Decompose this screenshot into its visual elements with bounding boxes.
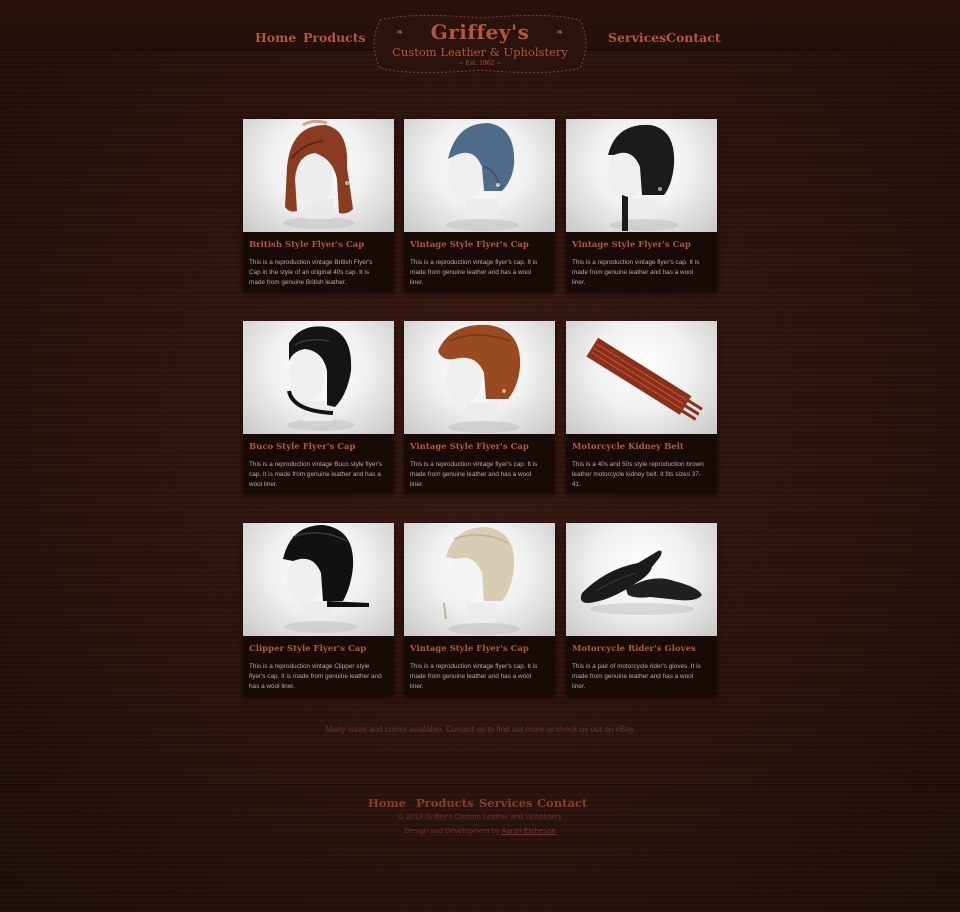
product-card[interactable]: Vintage Style Flyer's Cap This is a repr… <box>404 119 555 291</box>
availability-note: Many sizes and colors available. Contact… <box>325 725 635 734</box>
product-description: This is a reproduction vintage British F… <box>249 259 373 286</box>
product-description: This is a reproduction vintage Clipper s… <box>249 663 382 690</box>
black-buco-cap-icon <box>287 326 355 431</box>
product-image[interactable] <box>404 119 555 232</box>
product-title[interactable]: British Style Flyer's Cap <box>249 240 391 250</box>
product-card[interactable]: Motorcycle Rider's Gloves This is a pair… <box>566 523 717 695</box>
product-image[interactable] <box>243 119 394 232</box>
kidney-belt-icon <box>586 337 703 421</box>
black-flyer-cap-icon <box>608 124 678 231</box>
footer-credit: Design and Development by Aaron Etcheson <box>0 826 960 835</box>
product-description: This is a reproduction vintage flyer's c… <box>572 259 700 286</box>
nav-contact[interactable]: Contact <box>666 30 721 45</box>
product-title[interactable]: Motorcycle Rider's Gloves <box>572 644 714 654</box>
product-image[interactable] <box>404 321 555 434</box>
blue-flyer-cap-icon <box>446 123 518 231</box>
brown-flyer-cap-icon <box>283 119 355 229</box>
product-card[interactable]: Vintage Style Flyer's Cap This is a repr… <box>566 119 717 291</box>
product-image[interactable] <box>566 119 717 232</box>
product-title[interactable]: Vintage Style Flyer's Cap <box>572 240 714 250</box>
site-footer: Home Products Services Contact © 2013 Gr… <box>0 784 960 912</box>
product-description: This is a 40s and 50s style reproduction… <box>572 461 704 488</box>
nav-products[interactable]: Products <box>303 30 366 45</box>
logo-established: ~ Est. 1962 ~ <box>458 60 502 67</box>
product-description: This is a pair of motorcycle rider's glo… <box>572 663 701 690</box>
product-title[interactable]: Motorcycle Kidney Belt <box>572 442 714 452</box>
product-description: This is a reproduction vintage flyer's c… <box>410 461 538 488</box>
nav-services[interactable]: Services <box>608 30 666 45</box>
product-description: This is a reproduction vintage Buco styl… <box>249 461 382 488</box>
product-description: This is a reproduction vintage flyer's c… <box>410 259 538 286</box>
tan-flyer-cap-icon <box>438 324 521 433</box>
product-image[interactable] <box>566 523 717 636</box>
footer-nav-services[interactable]: Services <box>479 796 533 810</box>
footer-nav-home[interactable]: Home <box>368 796 406 810</box>
product-title[interactable]: Vintage Style Flyer's Cap <box>410 442 552 452</box>
product-title[interactable]: Vintage Style Flyer's Cap <box>410 240 552 250</box>
product-card[interactable]: Vintage Style Flyer's Cap This is a repr… <box>404 523 555 695</box>
product-image[interactable] <box>243 523 394 636</box>
gloves-icon <box>580 550 702 615</box>
product-card[interactable]: Buco Style Flyer's Cap This is a reprodu… <box>243 321 394 493</box>
footer-nav-contact[interactable]: Contact <box>537 796 587 810</box>
footer-copyright: © 2013 Griffey's Custom Leather and Upho… <box>398 812 562 821</box>
footer-credit-link[interactable]: Aaron Etcheson <box>502 826 556 835</box>
footer-nav-products[interactable]: Products <box>416 796 474 810</box>
footer-credit-prefix: Design and Development by <box>404 826 502 835</box>
product-title[interactable]: Vintage Style Flyer's Cap <box>410 644 552 654</box>
product-image[interactable] <box>566 321 717 434</box>
logo-title: Griffey's <box>430 20 530 44</box>
site-logo[interactable]: ❧ ❧ Griffey's Custom Leather & Upholster… <box>370 14 590 74</box>
product-title[interactable]: Clipper Style Flyer's Cap <box>249 644 391 654</box>
product-card[interactable]: Vintage Style Flyer's Cap This is a repr… <box>404 321 555 493</box>
clipper-cap-icon <box>283 525 369 633</box>
nav-home[interactable]: Home <box>255 30 296 45</box>
product-card[interactable]: British Style Flyer's Cap This is a repr… <box>243 119 394 291</box>
product-description: This is a reproduction vintage flyer's c… <box>410 663 538 690</box>
product-image[interactable] <box>243 321 394 434</box>
product-card[interactable]: Motorcycle Kidney Belt This is a 40s and… <box>566 321 717 493</box>
product-title[interactable]: Buco Style Flyer's Cap <box>249 442 391 452</box>
product-card[interactable]: Clipper Style Flyer's Cap This is a repr… <box>243 523 394 695</box>
product-image[interactable] <box>404 523 555 636</box>
cream-flyer-cap-icon <box>443 527 520 635</box>
logo-subtitle: Custom Leather & Upholstery <box>392 45 568 59</box>
